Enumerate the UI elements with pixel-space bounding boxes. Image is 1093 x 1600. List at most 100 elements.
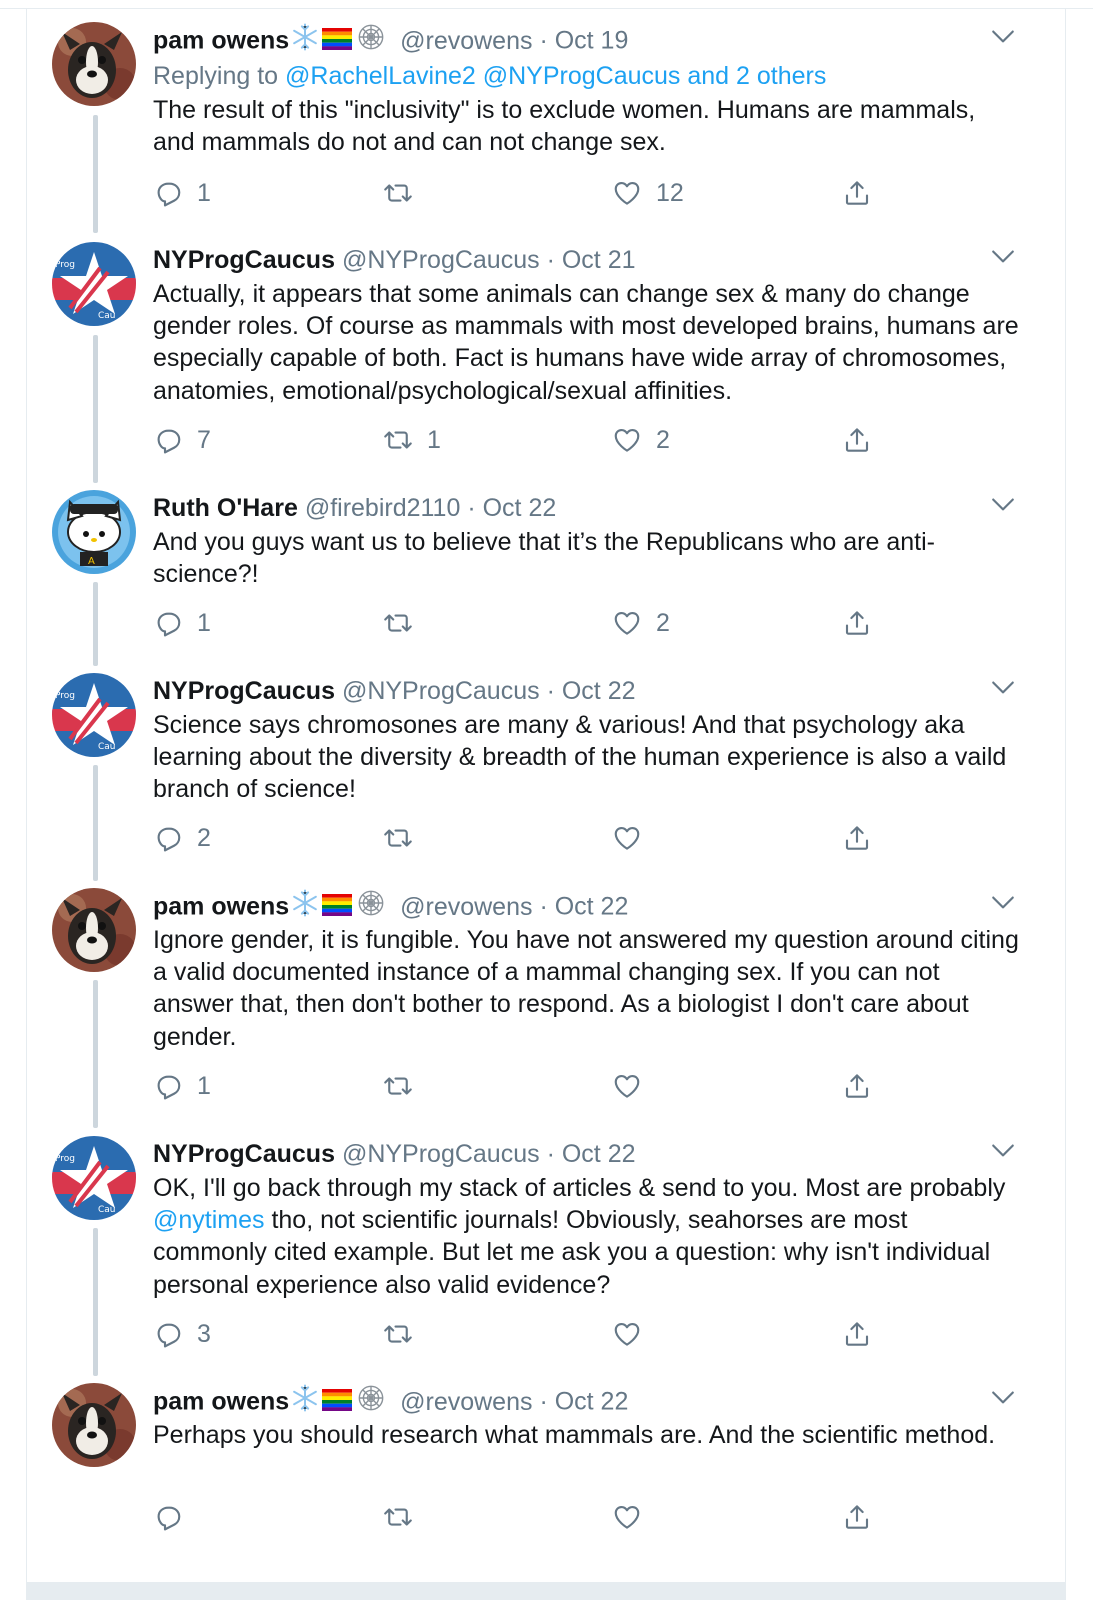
avatar-nyprogcaucus[interactable] xyxy=(52,242,136,326)
separator-dot: · xyxy=(546,1140,555,1168)
reply-count: 1 xyxy=(197,1071,211,1100)
tweet-date[interactable]: Oct 22 xyxy=(555,893,629,921)
tweet-date[interactable]: Oct 19 xyxy=(555,27,629,55)
reply-button[interactable]: 7 xyxy=(153,420,211,460)
reply-count: 1 xyxy=(197,178,211,207)
display-name[interactable]: pam owens xyxy=(153,27,289,55)
tweet-header: NYProgCaucus @NYProgCaucus · Oct 22 xyxy=(153,1136,1023,1172)
reply-button[interactable]: 3 xyxy=(153,1314,211,1354)
rainbow-flag-icon xyxy=(321,24,353,60)
reply-count: 2 xyxy=(197,823,211,852)
share-button[interactable] xyxy=(842,1066,872,1106)
tweet-text: Perhaps you should research what mammals… xyxy=(153,1421,996,1449)
handle[interactable]: @NYProgCaucus xyxy=(342,1140,540,1168)
like-button[interactable] xyxy=(612,1314,656,1354)
timeline-bottom-bar xyxy=(27,1582,1065,1600)
retweet-button[interactable]: 1 xyxy=(383,420,441,460)
tweet-header: pam owens @revowens · Oct 19 xyxy=(153,22,1023,58)
tweet-header: pam owens @revowens · Oct 22 xyxy=(153,888,1023,924)
reply-targets-link[interactable]: @RachelLavine2 @NYProgCaucus and 2 other… xyxy=(285,62,826,90)
retweet-button[interactable] xyxy=(383,1066,427,1106)
replying-to: Replying to @RachelLavine2 @NYProgCaucus… xyxy=(153,58,1023,94)
tweet-date[interactable]: Oct 21 xyxy=(562,246,636,274)
display-name[interactable]: Ruth O'Hare xyxy=(153,494,298,522)
replying-to-prefix: Replying to xyxy=(153,62,286,90)
tweet-text-part: tho, not scientific journals! Obviously,… xyxy=(153,1206,991,1299)
avatar-nyprogcaucus[interactable] xyxy=(52,673,136,757)
handle[interactable]: @revowens xyxy=(400,893,532,921)
like-button[interactable] xyxy=(612,818,656,858)
chevron-down-icon[interactable] xyxy=(990,1142,1016,1162)
retweet-count: 1 xyxy=(427,425,441,454)
handle[interactable]: @NYProgCaucus xyxy=(342,677,540,705)
avatar-pam-owens[interactable] xyxy=(52,1383,136,1467)
like-button[interactable]: 2 xyxy=(612,603,670,643)
reply-button[interactable]: 1 xyxy=(153,173,211,213)
snowflake-icon xyxy=(289,1383,321,1423)
retweet-button[interactable] xyxy=(383,1314,427,1354)
like-button[interactable] xyxy=(612,1497,656,1537)
separator-dot: · xyxy=(539,1387,548,1416)
chevron-down-icon[interactable] xyxy=(990,894,1016,914)
reply-button[interactable] xyxy=(153,1497,197,1537)
handle[interactable]: @revowens xyxy=(400,1388,532,1416)
display-name[interactable]: NYProgCaucus xyxy=(153,1140,335,1168)
tweet-text: The result of this "inclusivity" is to e… xyxy=(153,96,976,157)
reply-count: 1 xyxy=(197,608,211,637)
display-name[interactable]: NYProgCaucus xyxy=(153,677,335,705)
tweet-text: OK, I'll go back through my stack of art… xyxy=(153,1172,1023,1301)
chevron-down-icon[interactable] xyxy=(990,28,1016,48)
retweet-button[interactable] xyxy=(383,818,427,858)
display-name[interactable]: pam owens xyxy=(153,893,289,921)
reply-button[interactable]: 1 xyxy=(153,1066,211,1106)
separator-dot: · xyxy=(539,892,548,921)
chevron-down-icon[interactable] xyxy=(990,248,1016,268)
tweet-header: NYProgCaucus @NYProgCaucus · Oct 21 xyxy=(153,242,1023,278)
separator-dot: · xyxy=(467,494,476,522)
display-name[interactable]: NYProgCaucus xyxy=(153,246,335,274)
timeline-right-border xyxy=(1065,8,1066,1600)
tweet-date[interactable]: Oct 22 xyxy=(562,1140,636,1168)
handle[interactable]: @NYProgCaucus xyxy=(342,246,540,274)
spiderweb-icon xyxy=(357,23,385,61)
retweet-button[interactable] xyxy=(383,1497,427,1537)
share-button[interactable] xyxy=(842,603,872,643)
share-button[interactable] xyxy=(842,173,872,213)
tweet-date[interactable]: Oct 22 xyxy=(562,677,636,705)
snowflake-icon xyxy=(289,22,321,62)
mention-link[interactable]: @nytimes xyxy=(153,1206,265,1234)
handle[interactable]: @firebird2110 xyxy=(305,494,461,522)
tweet-date[interactable]: Oct 22 xyxy=(555,1388,629,1416)
avatar-ruth-ohare[interactable] xyxy=(52,490,136,574)
like-button[interactable] xyxy=(612,1066,656,1106)
avatar-nyprogcaucus[interactable] xyxy=(52,1136,136,1220)
chevron-down-icon[interactable] xyxy=(990,1389,1016,1409)
like-count: 2 xyxy=(656,608,670,637)
tweet-text-part: OK, I'll go back through my stack of art… xyxy=(153,1174,1006,1202)
tweet-text: Ignore gender, it is fungible. You have … xyxy=(153,926,1019,1051)
share-button[interactable] xyxy=(842,420,872,460)
retweet-button[interactable] xyxy=(383,603,427,643)
like-button[interactable]: 2 xyxy=(612,420,670,460)
share-button[interactable] xyxy=(842,1314,872,1354)
reply-button[interactable]: 2 xyxy=(153,818,211,858)
share-button[interactable] xyxy=(842,1497,872,1537)
like-count: 2 xyxy=(656,425,670,454)
retweet-button[interactable] xyxy=(383,173,427,213)
tweet-header: NYProgCaucus @NYProgCaucus · Oct 22 xyxy=(153,673,1023,709)
separator-dot: · xyxy=(546,246,555,274)
tweet-text: And you guys want us to believe that it’… xyxy=(153,528,935,589)
display-name[interactable]: pam owens xyxy=(153,1388,289,1416)
tweet-date[interactable]: Oct 22 xyxy=(483,494,557,522)
handle[interactable]: @revowens xyxy=(400,27,532,55)
chevron-down-icon[interactable] xyxy=(990,496,1016,516)
share-button[interactable] xyxy=(842,818,872,858)
chevron-down-icon[interactable] xyxy=(990,679,1016,699)
like-button[interactable]: 12 xyxy=(612,173,684,213)
avatar-pam-owens[interactable] xyxy=(52,888,136,972)
tweet-text: Science says chromosones are many & vari… xyxy=(153,711,1007,804)
reply-button[interactable]: 1 xyxy=(153,603,211,643)
separator-dot: · xyxy=(546,677,555,705)
reply-count: 7 xyxy=(197,425,211,454)
avatar-pam-owens[interactable] xyxy=(52,22,136,106)
